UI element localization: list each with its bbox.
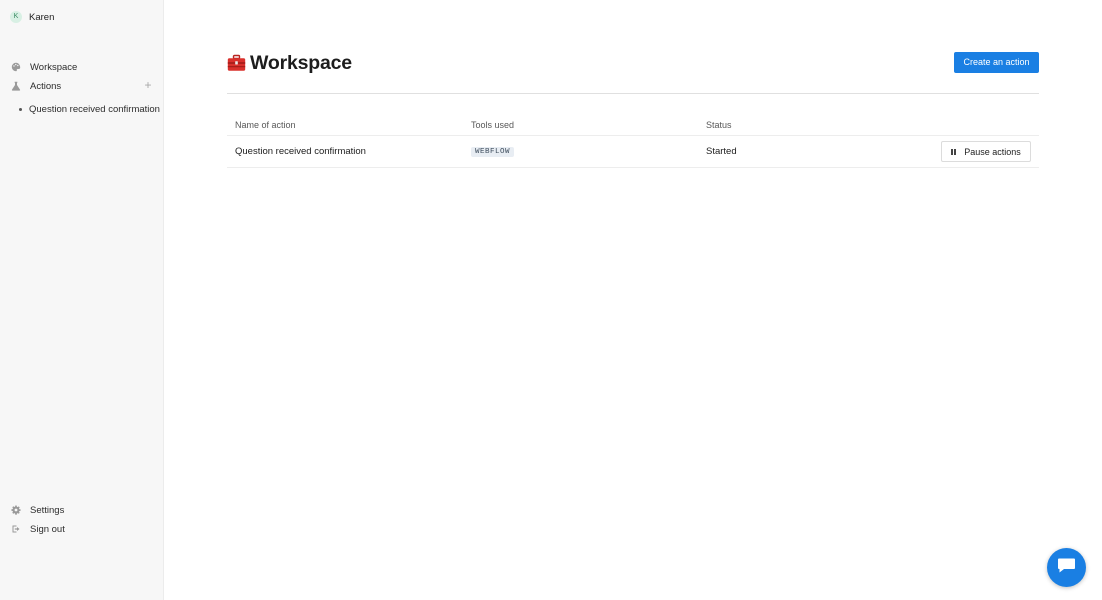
page-title-text: Workspace [250,51,352,74]
status-cell: Started [706,146,737,157]
pause-actions-button[interactable]: Pause actions [941,141,1031,162]
table-header-divider [227,135,1039,136]
sidebar-item-label: Workspace [30,61,78,73]
column-header-status: Status [706,120,732,130]
gear-icon [10,505,21,516]
action-name-cell[interactable]: Question received confirmation [235,146,366,158]
sidebar-subitem-question-received-confirmation[interactable]: Question received confirmation [19,102,160,116]
sidebar-subitem-label: Question received confirmation [29,103,160,115]
sidebar-item-label: Settings [30,504,65,516]
sign-out-icon [10,524,21,535]
column-header-name: Name of action [235,120,296,130]
page-title: Workspace [227,51,352,75]
sidebar-item-actions[interactable]: Actions + [10,79,154,93]
chat-bubble-icon [1057,557,1076,579]
bullet-icon [19,107,22,111]
table-row-divider [227,167,1039,168]
pause-actions-label: Pause actions [964,146,1021,157]
chat-button[interactable] [1047,548,1086,587]
pause-icon [951,148,957,155]
create-action-button[interactable]: Create an action [954,52,1039,73]
sidebar-item-settings[interactable]: Settings [10,503,64,517]
tool-tag-webflow: WEBFLOW [471,147,515,157]
flask-icon [10,81,21,92]
sidebar: K Karen Workspace Actions + Question rec… [0,0,164,600]
user-profile[interactable]: K Karen [10,10,54,24]
divider [227,93,1039,94]
toolbox-icon [227,54,246,72]
palette-icon [10,62,21,73]
sidebar-item-label: Sign out [30,523,65,535]
sidebar-item-workspace[interactable]: Workspace [10,60,77,74]
plus-icon[interactable]: + [142,79,154,93]
column-header-tools: Tools used [471,120,515,130]
sidebar-item-label: Actions [30,80,62,92]
user-name: Karen [29,11,55,23]
avatar: K [10,11,22,23]
sidebar-item-sign-out[interactable]: Sign out [10,522,65,536]
